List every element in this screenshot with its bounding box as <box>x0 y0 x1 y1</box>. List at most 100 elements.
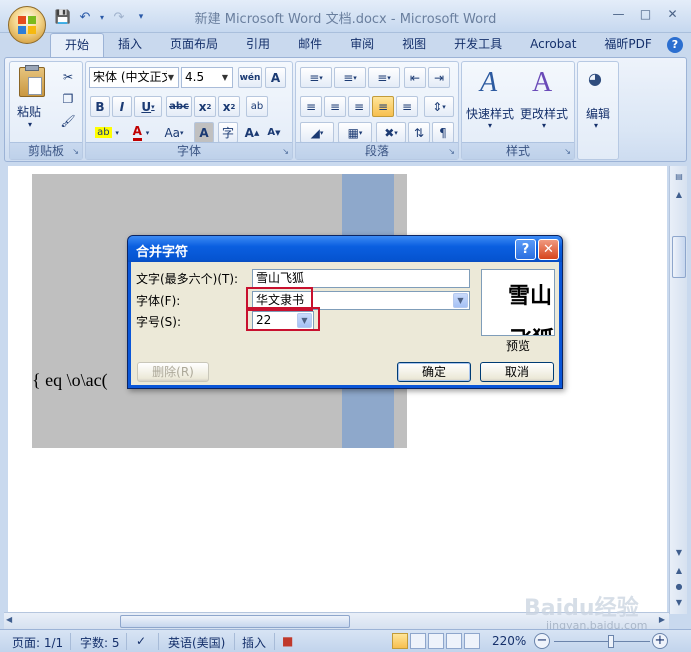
clipboard-dialog-launcher-icon[interactable]: ↘ <box>72 147 79 156</box>
font-size-combo[interactable]: 4.5 ▼ <box>181 67 233 88</box>
change-case-button[interactable]: Aa ▾ <box>158 122 190 143</box>
zoom-level[interactable]: 220% <box>492 634 526 648</box>
subscript-button[interactable]: x2 <box>194 96 216 117</box>
tab-references[interactable]: 引用 <box>232 33 284 57</box>
tab-foxit-pdf[interactable]: 福昕PDF <box>590 33 665 57</box>
change-case-icon[interactable]: wén <box>238 67 262 88</box>
bullets-icon[interactable]: ≡ ▾ <box>300 67 332 88</box>
dialog-title: 合并字符 <box>136 245 189 260</box>
line-spacing-icon[interactable]: ⇕ ▾ <box>424 96 454 117</box>
delete-button[interactable]: 删除(R) <box>137 362 209 382</box>
tab-mailings[interactable]: 邮件 <box>284 33 336 57</box>
horizontal-scroll-thumb[interactable] <box>120 615 350 628</box>
align-right-icon[interactable]: ≡ <box>348 96 370 117</box>
dialog-close-button[interactable]: ✕ <box>538 239 559 260</box>
font-name-combo[interactable]: 宋体 (中文正文) ▼ <box>89 67 179 88</box>
zoom-out-icon[interactable]: − <box>534 633 550 649</box>
page-count[interactable]: 页面: 1/1 <box>12 634 63 651</box>
office-button[interactable] <box>8 6 46 44</box>
scroll-left-icon[interactable]: ◀ <box>6 615 12 624</box>
character-shading-icon[interactable]: A <box>194 122 214 143</box>
tab-review[interactable]: 审阅 <box>336 33 388 57</box>
scroll-right-icon[interactable]: ▶ <box>659 615 665 624</box>
word-count[interactable]: 字数: 5 <box>80 634 120 651</box>
shrink-font-icon[interactable]: A ▼ <box>264 122 284 143</box>
superscript-button[interactable]: x2 <box>218 96 240 117</box>
preview-text-bottom: 飞狐 <box>510 322 554 335</box>
italic-button[interactable]: I <box>112 96 132 117</box>
web-layout-view-icon[interactable] <box>428 633 444 649</box>
dialog-help-button[interactable]: ? <box>515 239 536 260</box>
highlight-color-button[interactable]: ab ▾ <box>90 122 124 143</box>
maximize-button[interactable]: □ <box>633 4 658 24</box>
sort-icon[interactable]: ⇅ <box>408 122 430 143</box>
numbering-icon[interactable]: ≡ ▾ <box>334 67 366 88</box>
styles-dialog-launcher-icon[interactable]: ↘ <box>564 147 571 156</box>
align-center-icon[interactable]: ≡ <box>324 96 346 117</box>
font-color-button[interactable]: A ▾ <box>126 122 156 143</box>
phonetic-guide-icon[interactable]: ab <box>246 96 268 117</box>
ruler-toggle-icon[interactable]: ▤ <box>671 168 687 184</box>
quick-styles-button[interactable]: A 快速样式 ▾ <box>466 65 518 137</box>
copy-icon[interactable]: ❐ <box>58 88 78 109</box>
enclose-characters-icon[interactable]: 字 <box>218 122 238 143</box>
zoom-slider[interactable] <box>554 641 650 642</box>
tab-acrobat[interactable]: Acrobat <box>516 33 590 57</box>
tab-view[interactable]: 视图 <box>388 33 440 57</box>
insert-mode-indicator[interactable]: 插入 <box>242 634 266 651</box>
clear-formatting-icon[interactable]: A <box>265 67 286 88</box>
shading-icon[interactable]: ◢ ▾ <box>300 122 334 143</box>
paragraph-dialog-launcher-icon[interactable]: ↘ <box>448 147 455 156</box>
bold-button[interactable]: B <box>90 96 110 117</box>
previous-page-icon[interactable]: ▲ <box>671 562 687 578</box>
outline-view-icon[interactable] <box>446 633 462 649</box>
help-icon[interactable]: ? <box>667 37 683 53</box>
show-marks-icon[interactable]: ¶ <box>432 122 454 143</box>
tab-home[interactable]: 开始 <box>50 33 105 57</box>
scroll-down-icon[interactable]: ▼ <box>671 544 687 560</box>
editing-button[interactable]: ◕ 编辑 ▾ <box>580 65 616 137</box>
underline-button[interactable]: U ▾ <box>134 96 162 117</box>
justify-icon[interactable]: ≡ <box>372 96 394 117</box>
macro-record-icon[interactable]: ■ <box>282 634 293 648</box>
grow-font-icon[interactable]: A ▲ <box>242 122 262 143</box>
increase-indent-icon[interactable]: ⇥ <box>428 67 450 88</box>
vertical-scrollbar[interactable]: ▤ ▲ ▼ ▲ ● ▼ <box>669 166 687 614</box>
tab-developer[interactable]: 开发工具 <box>440 33 516 57</box>
scroll-up-icon[interactable]: ▲ <box>671 186 687 202</box>
text-input[interactable]: 雪山飞狐 <box>252 269 470 288</box>
close-button[interactable]: ✕ <box>660 4 685 24</box>
font-label: 字体(F): <box>136 294 181 308</box>
font-dialog-launcher-icon[interactable]: ↘ <box>282 147 289 156</box>
minimize-button[interactable]: — <box>606 4 631 24</box>
draft-view-icon[interactable] <box>464 633 480 649</box>
dialog-title-bar[interactable]: 合并字符 <box>128 236 562 262</box>
ribbon: 粘贴 ▾ ✂ ❐ 🖌 剪贴板 ↘ 宋体 (中文正文) ▼ 4.5 ▼ wén A… <box>4 57 687 162</box>
cancel-button[interactable]: 取消 <box>480 362 554 382</box>
vertical-scroll-thumb[interactable] <box>672 236 686 278</box>
next-page-icon[interactable]: ▼ <box>671 594 687 610</box>
zoom-slider-thumb[interactable] <box>608 635 614 648</box>
full-screen-reading-icon[interactable] <box>410 633 426 649</box>
cut-icon[interactable]: ✂ <box>58 66 78 87</box>
tab-insert[interactable]: 插入 <box>104 33 156 57</box>
ok-button[interactable]: 确定 <box>397 362 471 382</box>
tab-page-layout[interactable]: 页面布局 <box>156 33 232 57</box>
distributed-icon[interactable]: ≡ <box>396 96 418 117</box>
multilevel-list-icon[interactable]: ≡ ▾ <box>368 67 400 88</box>
decrease-indent-icon[interactable]: ⇤ <box>404 67 426 88</box>
proofing-icon[interactable]: ✓ <box>136 634 146 648</box>
chevron-down-icon[interactable]: ▼ <box>453 293 468 308</box>
styles-group-label: 样式 <box>462 142 574 159</box>
align-left-icon[interactable]: ≡ <box>300 96 322 117</box>
asian-layout-icon[interactable]: ✖ ▾ <box>376 122 406 143</box>
language-indicator[interactable]: 英语(美国) <box>168 634 225 651</box>
change-styles-button[interactable]: A 更改样式 ▾ <box>520 65 572 137</box>
zoom-in-icon[interactable]: + <box>652 633 668 649</box>
paste-button[interactable]: 粘贴 ▾ <box>14 65 50 137</box>
strikethrough-button[interactable]: abc <box>166 96 192 117</box>
borders-icon[interactable]: ▦ ▾ <box>338 122 372 143</box>
print-layout-view-icon[interactable] <box>392 633 408 649</box>
browse-object-icon[interactable]: ● <box>671 578 687 594</box>
format-painter-icon[interactable]: 🖌 <box>58 110 78 131</box>
